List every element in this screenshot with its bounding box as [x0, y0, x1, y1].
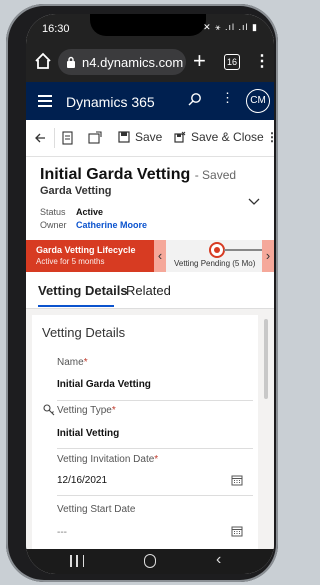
recent-apps-icon[interactable] — [70, 555, 84, 567]
bpf-previous-stage-button[interactable]: ‹ — [154, 240, 166, 272]
system-navigation-bar: ‹ — [26, 549, 274, 574]
back-arrow-icon[interactable] — [34, 132, 46, 144]
scrollbar[interactable] — [264, 319, 268, 399]
app-header: Dynamics 365 ⋮ CM — [26, 82, 274, 120]
tab-count-button[interactable]: 16 — [224, 54, 240, 70]
url-text: n4.dynamics.com — [82, 54, 184, 70]
command-overflow-icon[interactable]: ⋮ — [266, 130, 274, 144]
save-icon — [118, 131, 130, 143]
owner-link[interactable]: Catherine Moore — [76, 220, 147, 230]
record-entity: Garda Vetting — [40, 185, 112, 197]
open-in-new-window-icon[interactable] — [88, 131, 102, 144]
lock-icon — [67, 56, 75, 68]
form-selector-icon[interactable] — [62, 131, 73, 145]
status-bar: 16:30 ✕ ⚹ .ıl .ıl ▮ — [26, 14, 274, 42]
divider — [57, 448, 253, 449]
avatar[interactable]: CM — [246, 89, 270, 113]
divider — [54, 128, 55, 148]
home-button-icon[interactable] — [144, 554, 156, 568]
tab-list: Vetting Details Related — [26, 272, 274, 309]
save-label: Save — [135, 130, 163, 144]
stage-indicator-icon[interactable] — [209, 242, 225, 258]
back-nav-icon[interactable]: ‹ — [216, 551, 221, 569]
field-name-value[interactable]: Initial Garda Vetting — [57, 379, 151, 390]
tab-related[interactable]: Related — [126, 283, 171, 298]
app-title[interactable]: Dynamics 365 — [66, 94, 155, 110]
owner-label: Owner — [40, 220, 67, 230]
phone-frame: 16:30 ✕ ⚹ .ıl .ıl ▮ n4.dynamics.com + 16… — [6, 4, 278, 582]
section-card: Vetting Details Name* Initial Garda Vett… — [32, 315, 258, 555]
divider — [57, 495, 253, 496]
key-icon — [43, 404, 55, 416]
command-bar: Save Save & Close ⋮ — [26, 120, 274, 157]
save-close-icon — [174, 131, 186, 143]
status-value: Active — [76, 207, 104, 217]
field-invitation-date-value[interactable]: 12/16/2021 — [57, 475, 107, 486]
bpf-process-header[interactable]: Garda Vetting Lifecycle Active for 5 mon… — [26, 240, 154, 272]
camera-notch — [90, 14, 206, 36]
status-indicators: ✕ ⚹ .ıl .ıl ▮ — [203, 22, 258, 32]
save-button[interactable]: Save — [118, 130, 162, 144]
status-time: 16:30 — [42, 23, 70, 35]
divider — [57, 400, 253, 401]
field-invitation-date-label: Vetting Invitation Date* — [57, 454, 159, 465]
field-name-label: Name* — [57, 357, 88, 368]
screen: 16:30 ✕ ⚹ .ıl .ıl ▮ n4.dynamics.com + 16… — [26, 14, 274, 574]
save-status: - Saved — [194, 168, 237, 182]
bpf-process-name: Garda Vetting Lifecycle — [36, 245, 136, 255]
field-start-date-label: Vetting Start Date — [57, 504, 136, 515]
calendar-icon[interactable] — [231, 474, 243, 486]
active-tab-indicator — [38, 305, 114, 307]
address-bar[interactable]: n4.dynamics.com — [58, 49, 186, 75]
record-title-text: Initial Garda Vetting — [40, 166, 191, 183]
search-icon[interactable] — [188, 92, 202, 106]
save-close-label: Save & Close — [191, 130, 264, 144]
app-more-icon[interactable]: ⋮ — [221, 90, 234, 106]
hamburger-menu-icon[interactable] — [38, 95, 52, 107]
calendar-icon[interactable] — [231, 525, 243, 537]
bpf-current-stage[interactable]: Vetting Pending (5 Mo) — [174, 259, 255, 268]
bpf-next-stage-button[interactable]: › — [262, 240, 274, 272]
save-and-close-button[interactable]: Save & Close — [174, 130, 264, 144]
business-process-flow: Garda Vetting Lifecycle Active for 5 mon… — [26, 240, 274, 272]
bpf-duration: Active for 5 months — [36, 257, 105, 266]
status-label: Status — [40, 207, 66, 217]
home-icon[interactable] — [34, 52, 52, 70]
tab-vetting-details[interactable]: Vetting Details — [38, 283, 128, 298]
field-vetting-type-value[interactable]: Initial Vetting — [57, 428, 119, 439]
chevron-down-icon[interactable] — [248, 198, 260, 206]
new-tab-icon[interactable]: + — [193, 50, 206, 72]
stage-connector — [224, 249, 262, 251]
field-start-date-value[interactable]: --- — [57, 527, 67, 538]
record-title: Initial Garda Vetting - Saved — [40, 166, 236, 184]
browser-toolbar: n4.dynamics.com + 16 ⋮ — [26, 42, 274, 82]
section-title: Vetting Details — [42, 325, 126, 340]
browser-menu-icon[interactable]: ⋮ — [254, 51, 270, 71]
field-vetting-type-label: Vetting Type* — [57, 405, 116, 416]
